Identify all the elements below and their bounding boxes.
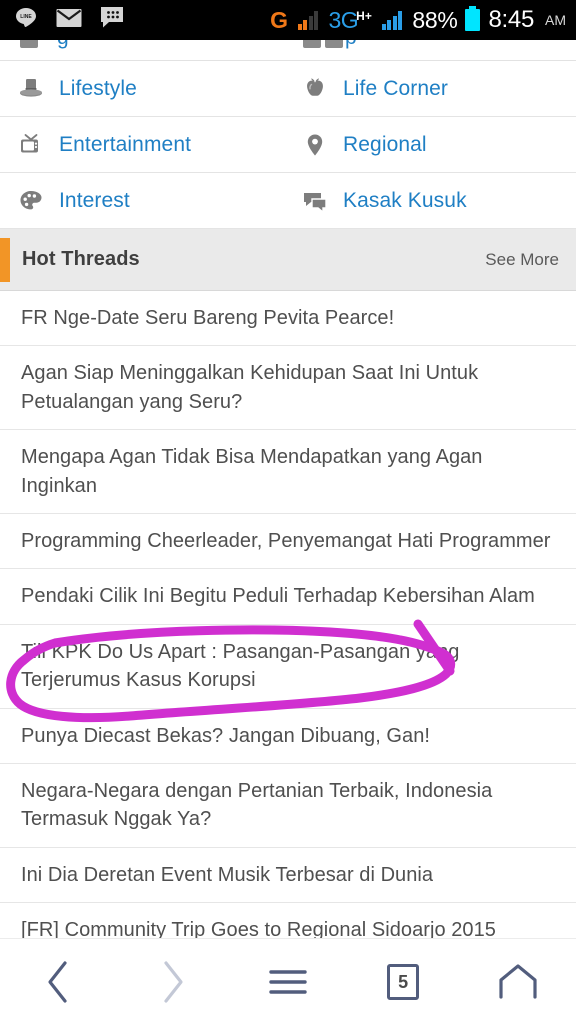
map-pin-icon xyxy=(300,130,330,160)
section-accent-bar xyxy=(0,238,10,282)
category-row: Entertainment Regional xyxy=(0,117,576,173)
thread-title: Pendaki Cilik Ini Begitu Peduli Terhadap… xyxy=(21,585,535,608)
thread-list-item[interactable]: Programming Cheerleader, Penyemangat Hat… xyxy=(0,513,576,570)
category-item-life-corner[interactable]: Life Corner xyxy=(292,61,576,116)
thread-list-item[interactable]: Pendaki Cilik Ini Begitu Peduli Terhadap… xyxy=(0,569,576,625)
category-label: Interest xyxy=(59,188,130,212)
partial-icon-right-a xyxy=(303,40,321,48)
forward-button[interactable] xyxy=(131,951,215,1013)
clipped-category-row[interactable]: g p xyxy=(0,40,576,61)
thread-list-item[interactable]: Mengapa Agan Tidak Bisa Mendapatkan yang… xyxy=(0,430,576,514)
browser-navigation-bar: 5 xyxy=(0,938,576,1024)
category-label: Regional xyxy=(343,132,427,156)
thread-list-item[interactable]: Ini Dia Deretan Event Musik Terbesar di … xyxy=(0,847,576,904)
see-more-link[interactable]: See More xyxy=(485,250,559,270)
battery-icon xyxy=(465,6,481,31)
thread-list-item[interactable]: Negara-Negara dengan Pertanian Terbaik, … xyxy=(0,763,576,848)
back-button[interactable] xyxy=(16,951,100,1013)
category-label: Life Corner xyxy=(343,76,448,100)
thread-list-item-highlighted[interactable]: Punya Diecast Bekas? Jangan Dibuang, Gan… xyxy=(0,708,576,764)
forward-icon xyxy=(158,959,188,1005)
partial-label-left: g xyxy=(57,40,69,50)
menu-icon xyxy=(268,966,308,998)
thread-list-item[interactable]: FR Nge-Date Seru Bareng Pevita Pearce! xyxy=(0,291,576,347)
thread-list-item[interactable]: Agan Siap Meninggalkan Kehidupan Saat In… xyxy=(0,346,576,431)
thread-title: Negara-Negara dengan Pertanian Terbaik, … xyxy=(21,779,493,831)
television-icon xyxy=(16,130,46,160)
hot-threads-header: Hot Threads See More xyxy=(0,229,576,291)
clock-time: 8:45 xyxy=(488,6,534,33)
thread-title: Till KPK Do Us Apart : Pasangan-Pasangan… xyxy=(21,640,460,692)
clock-ampm: AM xyxy=(545,12,566,28)
status-bar-notifications: LINE xyxy=(14,6,124,35)
thread-title: Agan Siap Meninggalkan Kehidupan Saat In… xyxy=(21,362,479,413)
hot-threads-list: FR Nge-Date Seru Bareng Pevita Pearce! A… xyxy=(0,291,576,938)
partial-icon-left xyxy=(20,40,38,48)
thread-title: FR Nge-Date Seru Bareng Pevita Pearce! xyxy=(21,307,395,329)
status-bar: LINE G 3G H+ 88% 8:45 AM xyxy=(0,0,576,40)
browser-webview[interactable]: g p Lifestyle xyxy=(0,40,576,938)
thread-title: [FR] Community Trip Goes to Regional Sid… xyxy=(21,919,496,938)
partial-label-right: p xyxy=(345,40,357,50)
tabs-button[interactable]: 5 xyxy=(361,951,445,1013)
network-3g-label: 3G xyxy=(328,6,359,33)
category-item-entertainment[interactable]: Entertainment xyxy=(0,117,292,172)
status-bar-indicators: G 3G H+ 88% 8:45 AM xyxy=(270,6,566,33)
thread-title: Ini Dia Deretan Event Musik Terbesar di … xyxy=(21,863,434,886)
category-row: Lifestyle Life Corner xyxy=(0,61,576,117)
bbm-icon xyxy=(100,6,124,34)
category-item-kasak-kusuk[interactable]: Kasak Kusuk xyxy=(292,173,576,228)
back-icon xyxy=(43,959,73,1005)
menu-button[interactable] xyxy=(246,951,330,1013)
top-hat-icon xyxy=(16,74,46,104)
thread-title: Punya Diecast Bekas? Jangan Dibuang, Gan… xyxy=(21,724,430,747)
hspa-signal-bars xyxy=(381,10,403,30)
category-row: Interest Kasak Kusuk xyxy=(0,173,576,229)
tab-count-label: 5 xyxy=(398,971,409,992)
partial-icon-right-b xyxy=(325,40,343,48)
battery-percent-label: 88% xyxy=(412,6,458,33)
thread-title: Mengapa Agan Tidak Bisa Mendapatkan yang… xyxy=(21,446,483,497)
section-title: Hot Threads xyxy=(22,248,140,270)
thread-list-item[interactable]: [FR] Community Trip Goes to Regional Sid… xyxy=(0,903,576,938)
palette-icon xyxy=(16,186,46,216)
gprs-signal-bars xyxy=(297,10,319,30)
chat-bubbles-icon xyxy=(300,186,330,216)
home-icon xyxy=(497,963,539,1001)
email-icon xyxy=(56,8,82,33)
apple-icon xyxy=(300,74,330,104)
home-button[interactable] xyxy=(476,951,560,1013)
category-label: Entertainment xyxy=(59,132,192,156)
svg-text:LINE: LINE xyxy=(20,14,32,20)
network-g-label: G xyxy=(270,6,288,33)
category-label: Kasak Kusuk xyxy=(343,188,467,212)
network-hplus-label: H+ xyxy=(356,8,372,23)
line-icon: LINE xyxy=(14,6,38,35)
thread-list-item[interactable]: Till KPK Do Us Apart : Pasangan-Pasangan… xyxy=(0,624,576,709)
category-label: Lifestyle xyxy=(59,76,137,100)
tab-count-box: 5 xyxy=(387,963,420,1000)
thread-title: Programming Cheerleader, Penyemangat Hat… xyxy=(21,529,551,552)
phone-screen: LINE G 3G H+ 88% 8:45 AM Lifestyle Life … xyxy=(0,0,576,1024)
category-item-interest[interactable]: Interest xyxy=(0,173,292,228)
category-item-regional[interactable]: Regional xyxy=(292,117,576,172)
category-item-lifestyle[interactable]: Lifestyle xyxy=(0,61,292,116)
